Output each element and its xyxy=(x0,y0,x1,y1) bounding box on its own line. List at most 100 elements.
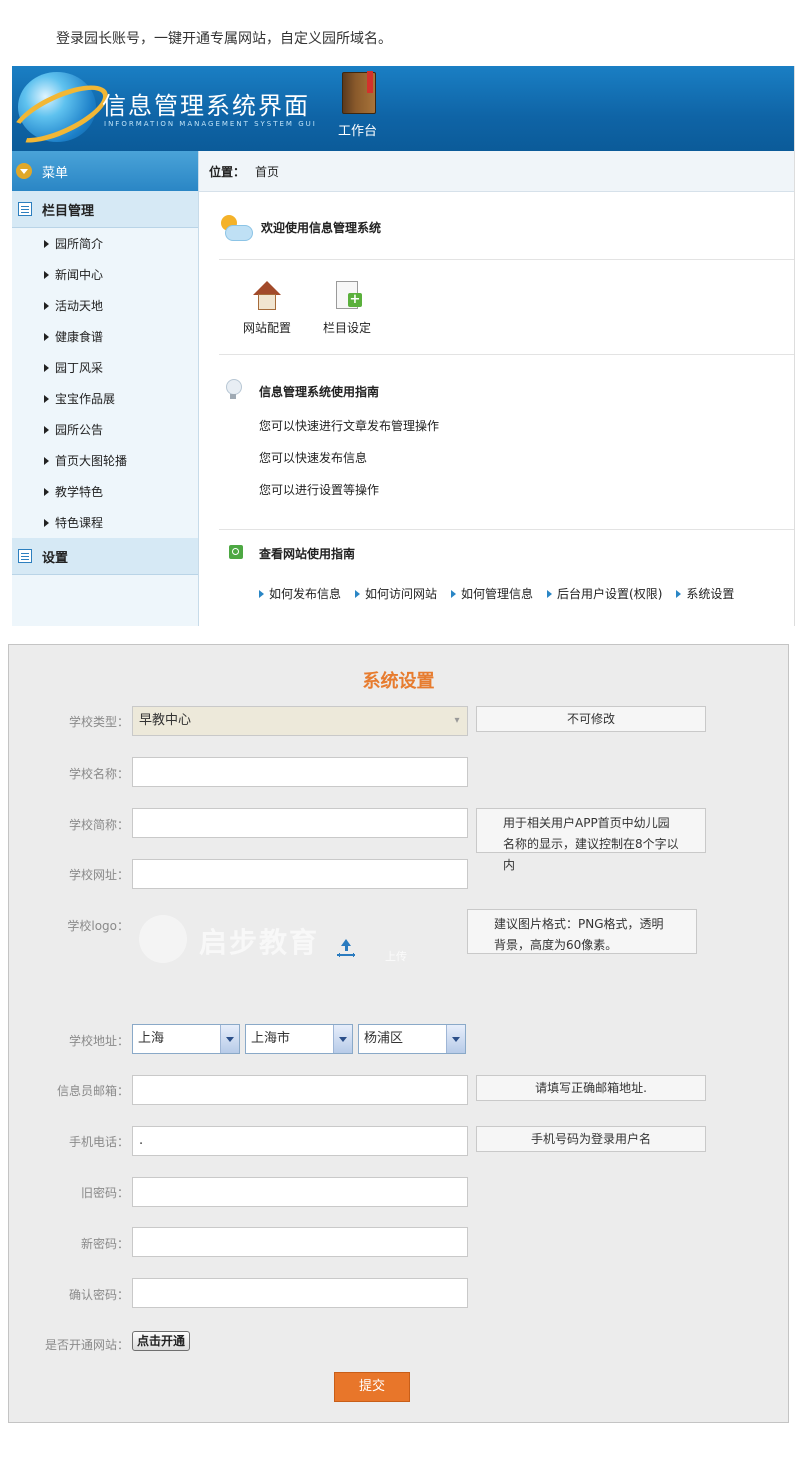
logo-watermark-text: 启步教育 xyxy=(199,926,320,959)
guide-link-label: 后台用户设置(权限) xyxy=(557,587,663,601)
phone-input[interactable]: . xyxy=(132,1126,468,1156)
triangle-icon xyxy=(259,589,264,598)
website-config-button[interactable]: 网站配置 xyxy=(243,281,291,336)
book-icon[interactable] xyxy=(342,71,376,114)
chevron-down-icon xyxy=(220,1025,239,1053)
chevron-down-icon xyxy=(333,1025,352,1053)
school-type-select[interactable]: 早教中心 ▾ xyxy=(132,706,468,736)
sidebar-item[interactable]: 教学特色 xyxy=(12,476,198,507)
open-site-button[interactable]: 点击开通 xyxy=(132,1331,191,1351)
sidebar-item[interactable]: 特色课程 xyxy=(12,507,198,538)
school-name-label: 学校名称： xyxy=(68,767,129,781)
province-value: 上海 xyxy=(138,1031,165,1046)
sidebar-group-column-management[interactable]: 栏目管理 xyxy=(12,191,198,228)
system-settings-form: 系统设置 学校类型： 早教中心 ▾ 不可修改 学校名称： 学校简称： 用于相关用… xyxy=(8,644,789,1423)
sidebar-item[interactable]: 健康食谱 xyxy=(12,321,198,352)
breadcrumb: 位置： 首页 xyxy=(199,151,794,192)
address-label: 学校地址： xyxy=(68,1034,129,1048)
email-input[interactable] xyxy=(132,1075,468,1105)
sidebar-item[interactable]: 宝宝作品展 xyxy=(12,383,198,414)
guide-link-visit[interactable]: 如何访问网站 xyxy=(355,585,437,602)
sidebar-settings-label: 设置 xyxy=(42,550,69,566)
sidebar-item-label: 特色课程 xyxy=(55,516,104,530)
column-setting-label: 栏目设定 xyxy=(323,321,372,335)
site-guide-links: 如何发布信息 如何访问网站 如何管理信息 后台用户设置(权限) 系统设置 xyxy=(259,585,748,602)
website-label: 学校网址： xyxy=(68,868,129,882)
short-name-input[interactable] xyxy=(132,808,468,838)
triangle-icon xyxy=(676,589,682,598)
guide-line: 您可以快速发布信息 xyxy=(259,451,368,465)
chevron-down-icon xyxy=(446,1025,465,1053)
upload-icon-base xyxy=(337,954,355,956)
triangle-icon xyxy=(44,394,49,403)
triangle-icon xyxy=(44,332,49,341)
sidebar-group-settings[interactable]: 设置 xyxy=(12,538,198,575)
app-subtitle: INFORMATION MANAGEMENT SYSTEM GUI xyxy=(104,120,317,128)
sidebar-menu-header: 菜单 xyxy=(12,151,198,191)
triangle-icon xyxy=(44,425,49,434)
breadcrumb-label: 位置： xyxy=(209,164,246,179)
guide-link-label: 系统设置 xyxy=(686,587,735,601)
school-name-input[interactable] xyxy=(132,757,468,787)
sidebar-items: 园所简介 新闻中心 活动天地 健康食谱 园丁风采 宝宝作品展 园所公告 首页大图… xyxy=(12,228,198,538)
list-icon xyxy=(18,202,32,216)
lightbulb-icon xyxy=(225,379,242,399)
sidebar-item-label: 首页大图轮播 xyxy=(55,454,128,468)
sidebar-item[interactable]: 园丁风采 xyxy=(12,352,198,383)
sidebar-item[interactable]: 活动天地 xyxy=(12,290,198,321)
city-select[interactable]: 上海市 xyxy=(245,1024,353,1054)
guide-link-label: 如何管理信息 xyxy=(461,587,534,601)
guide-link-manage[interactable]: 如何管理信息 xyxy=(451,585,533,602)
guide-link-publish[interactable]: 如何发布信息 xyxy=(259,585,341,602)
short-name-label: 学校简称： xyxy=(68,818,129,832)
triangle-icon xyxy=(44,239,49,248)
school-type-label: 学校类型： xyxy=(68,715,129,729)
triangle-icon xyxy=(44,518,49,527)
sidebar-item-label: 新闻中心 xyxy=(55,268,104,282)
triangle-icon xyxy=(44,363,49,372)
triangle-icon xyxy=(44,487,49,496)
sidebar-item[interactable]: 新闻中心 xyxy=(12,259,198,290)
list-icon xyxy=(18,549,32,563)
email-label: 信息员邮箱： xyxy=(56,1084,129,1098)
logo-watermark-icon xyxy=(139,915,187,963)
school-type-note: 不可修改 xyxy=(476,706,706,732)
sidebar: 菜单 栏目管理 园所简介 新闻中心 活动天地 健康食谱 园丁风采 宝宝作品展 园… xyxy=(12,151,199,626)
sidebar-group-label: 栏目管理 xyxy=(42,203,95,219)
logo-label: 学校logo： xyxy=(67,919,129,933)
divider xyxy=(219,354,794,355)
workbench-link[interactable]: 工作台 xyxy=(338,120,377,139)
submit-button[interactable]: 提交 xyxy=(334,1372,410,1402)
sidebar-item-label: 活动天地 xyxy=(55,299,104,313)
sidebar-item-label: 园所简介 xyxy=(55,237,104,251)
column-setting-button[interactable]: 栏目设定 xyxy=(323,281,371,336)
admin-panel: 信息管理系统界面 INFORMATION MANAGEMENT SYSTEM G… xyxy=(12,66,795,626)
upload-label[interactable]: 上传 xyxy=(385,948,407,964)
upload-icon[interactable] xyxy=(337,939,355,959)
triangle-icon xyxy=(547,589,553,598)
website-input[interactable] xyxy=(132,859,468,889)
sidebar-item[interactable]: 园所公告 xyxy=(12,414,198,445)
old-password-label: 旧密码： xyxy=(80,1186,129,1200)
new-password-input[interactable] xyxy=(132,1227,468,1257)
sidebar-item[interactable]: 首页大图轮播 xyxy=(12,445,198,476)
breadcrumb-home[interactable]: 首页 xyxy=(255,163,279,180)
phone-label: 手机电话： xyxy=(68,1135,129,1149)
main-content: 位置： 首页 欢迎使用信息管理系统 网站配置 栏目设定 信息管理系统使用指南 您… xyxy=(199,151,794,626)
triangle-icon xyxy=(355,589,361,598)
sidebar-item-label: 教学特色 xyxy=(55,485,104,499)
guide-link-system-settings[interactable]: 系统设置 xyxy=(676,585,734,602)
sidebar-item[interactable]: 园所简介 xyxy=(12,228,198,259)
guide-link-user-permissions[interactable]: 后台用户设置(权限) xyxy=(547,585,662,602)
confirm-password-input[interactable] xyxy=(132,1278,468,1308)
city-value: 上海市 xyxy=(251,1031,291,1046)
old-password-input[interactable] xyxy=(132,1177,468,1207)
guide-link-label: 如何访问网站 xyxy=(365,587,438,601)
sidebar-item-label: 宝宝作品展 xyxy=(55,392,116,406)
phone-note: 手机号码为登录用户名 xyxy=(476,1126,706,1152)
weather-icon xyxy=(219,213,253,241)
province-select[interactable]: 上海 xyxy=(132,1024,240,1054)
house-icon xyxy=(251,281,283,311)
triangle-icon xyxy=(44,301,49,310)
district-select[interactable]: 杨浦区 xyxy=(358,1024,466,1054)
